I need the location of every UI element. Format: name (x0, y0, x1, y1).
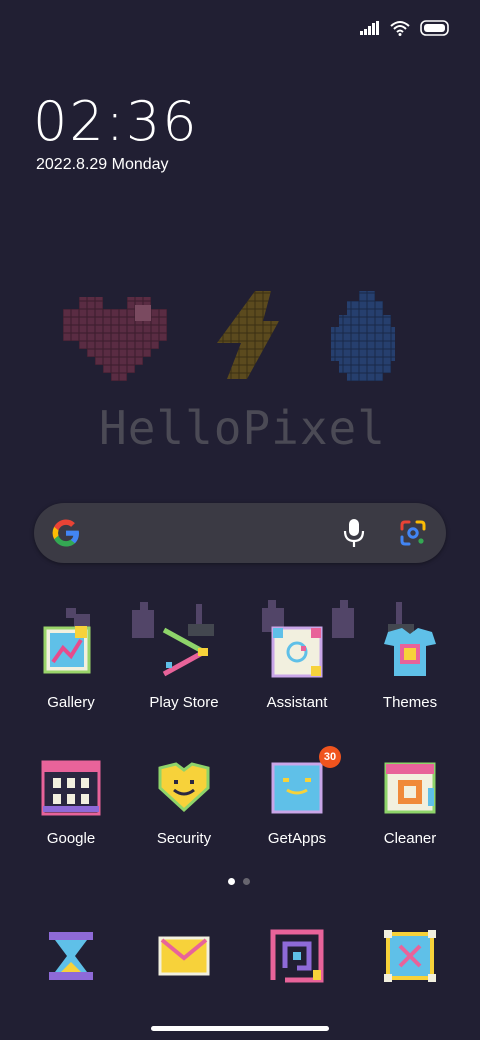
dock-app-2[interactable] (128, 926, 240, 986)
lightning-pixel-icon (217, 291, 279, 379)
app-label: Google (46, 830, 96, 847)
page-dot[interactable] (243, 878, 250, 885)
clock-date[interactable]: 2022.8.29 Monday (36, 156, 169, 174)
google-folder-icon (41, 758, 101, 818)
hourglass-app-icon (41, 926, 101, 986)
google-g-icon[interactable] (50, 517, 82, 549)
app-label: Security (156, 830, 212, 847)
google-search-bar[interactable] (34, 503, 446, 563)
app-label: Play Store (149, 694, 219, 711)
frame-app-icon (380, 926, 440, 986)
app-google-folder[interactable]: Google (15, 758, 127, 847)
lens-icon[interactable] (398, 518, 428, 548)
page-indicator[interactable] (228, 878, 250, 885)
app-label: Cleaner (383, 830, 437, 847)
page-dot-active[interactable] (228, 878, 235, 885)
gallery-icon (41, 622, 101, 682)
microphone-icon[interactable] (340, 517, 368, 549)
spiral-app-icon (267, 926, 327, 986)
mail-app-icon (154, 926, 214, 986)
signal-icon (360, 21, 379, 35)
app-assistant[interactable]: Assistant (241, 622, 353, 711)
app-getapps[interactable]: 30 GetApps (241, 746, 353, 847)
dock-app-3[interactable] (241, 926, 353, 986)
assistant-icon (267, 622, 327, 682)
app-play-store[interactable]: Play Store (128, 622, 240, 711)
themes-icon (380, 622, 440, 682)
wifi-icon (390, 21, 410, 36)
security-icon (154, 758, 214, 818)
hello-pixel-widget[interactable]: HelloPixel (55, 285, 395, 455)
play-store-icon (154, 622, 214, 682)
cleaner-icon (380, 758, 440, 818)
app-label: Assistant (266, 694, 328, 711)
clock-time[interactable]: 02:36 (33, 90, 199, 154)
battery-icon (420, 20, 449, 36)
drop-pixel-icon (331, 291, 395, 381)
app-label: GetApps (267, 830, 327, 847)
notification-badge: 30 (319, 746, 341, 768)
app-label: Themes (382, 694, 438, 711)
home-gesture-bar[interactable] (151, 1026, 329, 1031)
dock-app-1[interactable] (15, 926, 127, 986)
heart-pixel-icon (63, 297, 167, 381)
app-cleaner[interactable]: Cleaner (354, 758, 466, 847)
hello-pixel-text: HelloPixel (99, 401, 386, 455)
app-security[interactable]: Security (128, 758, 240, 847)
status-bar (360, 14, 450, 42)
dock-app-4[interactable] (354, 926, 466, 986)
app-label: Gallery (47, 694, 95, 711)
app-gallery[interactable]: Gallery (15, 622, 127, 711)
getapps-icon: 30 (267, 746, 341, 818)
app-themes[interactable]: Themes (354, 622, 466, 711)
